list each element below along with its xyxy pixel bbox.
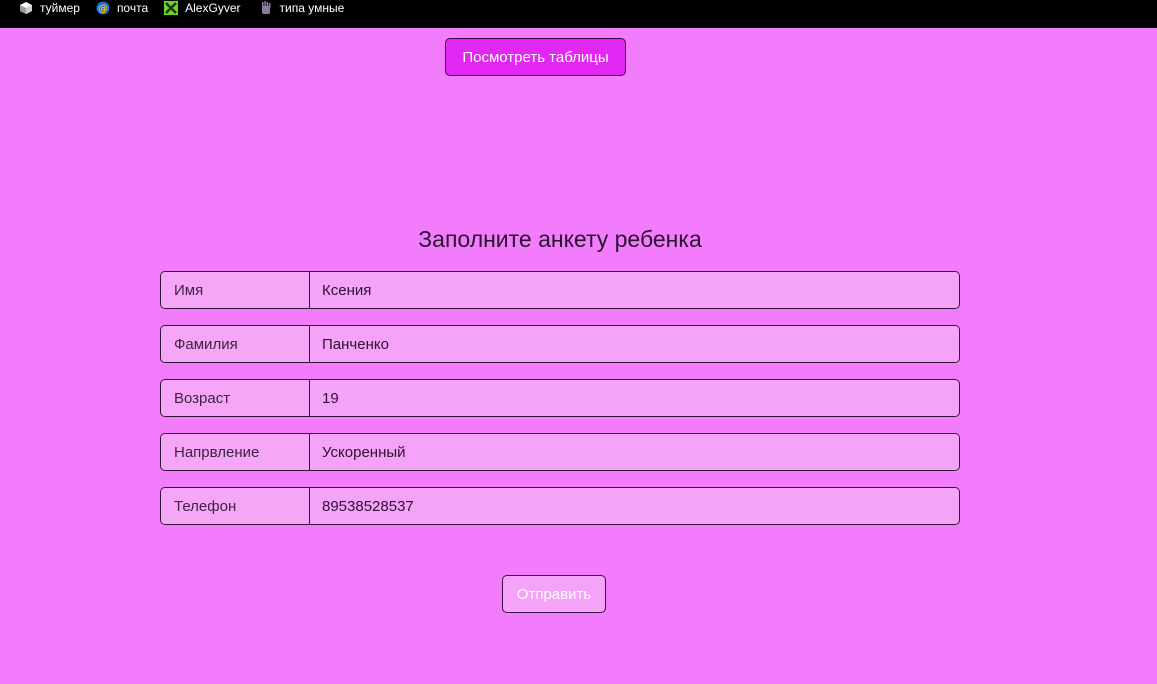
bookmark-label: AlexGyver: [185, 0, 241, 15]
field-row-age: Возраст: [160, 379, 960, 417]
bookmark-alexgyver[interactable]: AlexGyver: [164, 0, 241, 22]
bookmark-label: типа умные: [279, 0, 345, 15]
bookmark-label: почта: [116, 0, 149, 15]
field-row-phone: Телефон: [160, 487, 960, 525]
field-label: Телефон: [161, 488, 310, 524]
age-input[interactable]: [310, 380, 959, 416]
field-row-last-name: Фамилия: [160, 325, 960, 363]
cube-icon: [19, 1, 33, 15]
first-name-input[interactable]: [310, 272, 959, 308]
bookmark-tuymer[interactable]: туймер: [19, 0, 80, 22]
direction-input[interactable]: [310, 434, 959, 470]
hand-icon: [259, 0, 273, 15]
bookmark-mail[interactable]: @ почта: [96, 0, 148, 22]
field-row-first-name: Имя: [160, 271, 960, 309]
phone-input[interactable]: [310, 488, 959, 524]
bookmark-label: туймер: [40, 0, 80, 15]
tools-icon: [164, 0, 179, 15]
view-tables-button[interactable]: Посмотреть таблицы: [445, 38, 626, 76]
field-label: Напрвление: [161, 434, 310, 470]
field-row-direction: Напрвление: [160, 433, 960, 471]
bookmarks-bar: туймер @ почта AlexGyver типа умные: [0, 0, 1157, 28]
bookmark-smart[interactable]: типа умные: [259, 0, 345, 22]
field-label: Возраст: [161, 380, 310, 416]
at-sign-icon: @: [96, 1, 110, 15]
field-label: Фамилия: [161, 326, 310, 362]
last-name-input[interactable]: [310, 326, 959, 362]
field-label: Имя: [161, 272, 310, 308]
submit-button[interactable]: Отправить: [502, 575, 606, 613]
form-title: Заполните анкету ребенка: [418, 226, 702, 252]
svg-text:@: @: [98, 3, 108, 14]
